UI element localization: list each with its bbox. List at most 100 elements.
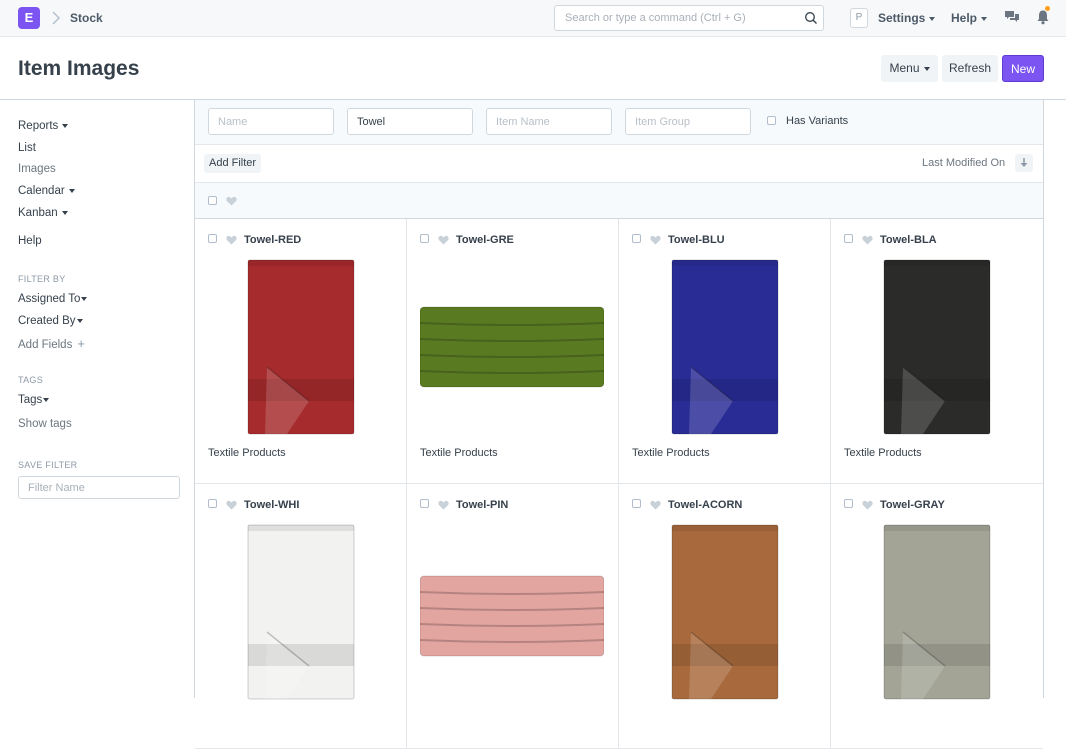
sidebar-item-label: Reports — [18, 120, 59, 132]
card-title[interactable]: Towel-WHI — [244, 499, 299, 511]
select-all-checkbox[interactable] — [208, 196, 217, 205]
sort-order-button[interactable] — [1015, 154, 1033, 172]
card-checkbox[interactable] — [420, 499, 429, 508]
heart-icon[interactable] — [438, 500, 449, 510]
card-title[interactable]: Towel-BLA — [880, 234, 937, 246]
card-item-group: Textile Products — [844, 447, 922, 459]
image-card[interactable]: Towel-GRAY — [831, 484, 1043, 749]
refresh-button[interactable]: Refresh — [942, 55, 998, 82]
plus-icon: + — [77, 336, 85, 351]
sidebar-item-label: Calendar — [18, 185, 65, 197]
sidebar-item-label: Add Fields — [18, 339, 73, 351]
towel-image[interactable] — [883, 524, 991, 700]
card-item-group: Textile Products — [208, 447, 286, 459]
card-title[interactable]: Towel-GRE — [456, 234, 514, 246]
chevron-right-icon — [52, 11, 60, 25]
caret-down-icon — [61, 210, 68, 215]
card-title[interactable]: Towel-ACORN — [668, 499, 742, 511]
towel-image[interactable] — [883, 259, 991, 435]
card-checkbox[interactable] — [208, 499, 217, 508]
chat-icon[interactable] — [1004, 10, 1020, 24]
card-title[interactable]: Towel-BLU — [668, 234, 725, 246]
user-avatar[interactable]: P — [850, 8, 868, 28]
navbar: E Stock P Settings Help — [0, 0, 1066, 37]
heart-icon[interactable] — [862, 500, 873, 510]
item-code-filter-input[interactable] — [347, 108, 473, 135]
image-card[interactable]: Towel-PIN — [407, 484, 619, 749]
select-all-bar — [195, 183, 1043, 219]
image-card[interactable]: Towel-BLA Textile Products — [831, 219, 1043, 484]
menu-label: Menu — [889, 61, 920, 75]
image-card[interactable]: Towel-BLU Textile Products — [619, 219, 831, 484]
filter-name-input[interactable] — [18, 476, 180, 499]
heart-icon[interactable] — [226, 196, 237, 206]
card-title[interactable]: Towel-GRAY — [880, 499, 945, 511]
sort-descending-icon — [1020, 158, 1028, 167]
card-checkbox[interactable] — [632, 499, 641, 508]
tags-heading: TAGS — [18, 375, 44, 385]
caret-down-icon — [923, 66, 930, 71]
card-checkbox[interactable] — [420, 234, 429, 243]
card-title[interactable]: Towel-RED — [244, 234, 301, 246]
towel-image[interactable] — [671, 524, 779, 700]
bell-icon[interactable] — [1036, 9, 1050, 25]
sidebar-item-list[interactable]: List — [18, 142, 36, 154]
help-dropdown[interactable]: Help — [951, 11, 988, 25]
item-group-filter-input[interactable] — [625, 108, 751, 135]
add-filter-button[interactable]: Add Filter — [204, 154, 262, 173]
image-card[interactable]: Towel-ACORN — [619, 484, 831, 749]
card-checkbox[interactable] — [208, 234, 217, 243]
show-tags-link[interactable]: Show tags — [18, 418, 72, 430]
app-logo[interactable]: E — [18, 7, 40, 29]
card-checkbox[interactable] — [844, 234, 853, 243]
page-title: Item Images — [18, 57, 140, 80]
assigned-to-dropdown[interactable]: Assigned To — [18, 293, 88, 305]
name-filter-input[interactable] — [208, 108, 334, 135]
filter-by-heading: FILTER BY — [18, 274, 66, 284]
towel-image[interactable] — [420, 572, 604, 660]
card-title[interactable]: Towel-PIN — [456, 499, 508, 511]
heart-icon[interactable] — [650, 500, 661, 510]
tags-dropdown[interactable]: Tags — [18, 394, 50, 406]
towel-image[interactable] — [671, 259, 779, 435]
item-name-filter-input[interactable] — [486, 108, 612, 135]
caret-down-icon — [929, 16, 936, 21]
menu-button[interactable]: Menu — [881, 55, 938, 82]
caret-down-icon — [43, 397, 50, 402]
towel-image[interactable] — [420, 303, 604, 391]
main-content: Has Variants Add Filter Last Modified On… — [194, 100, 1044, 749]
caret-down-icon — [62, 123, 69, 128]
sidebar-item-label: Tags — [18, 394, 43, 406]
has-variants-label: Has Variants — [786, 115, 849, 127]
has-variants-checkbox[interactable] — [767, 116, 776, 125]
sort-by-selector[interactable]: Last Modified On — [922, 157, 1005, 169]
sidebar-item-kanban[interactable]: Kanban — [18, 207, 68, 219]
created-by-dropdown[interactable]: Created By — [18, 315, 83, 327]
towel-image[interactable] — [247, 524, 355, 700]
add-fields-button[interactable]: Add Fields + — [18, 336, 85, 351]
new-button[interactable]: New — [1002, 55, 1044, 82]
search-bar[interactable] — [554, 5, 824, 31]
card-checkbox[interactable] — [632, 234, 641, 243]
heart-icon[interactable] — [226, 500, 237, 510]
sidebar-item-help[interactable]: Help — [18, 235, 42, 247]
sidebar-item-reports[interactable]: Reports — [18, 120, 69, 132]
image-card[interactable]: Towel-WHI — [195, 484, 407, 749]
card-checkbox[interactable] — [844, 499, 853, 508]
heart-icon[interactable] — [226, 235, 237, 245]
caret-down-icon — [76, 318, 83, 323]
standard-filter-bar: Has Variants — [195, 100, 1043, 145]
image-card[interactable]: Towel-GRE Textile Products — [407, 219, 619, 484]
heart-icon[interactable] — [862, 235, 873, 245]
sidebar-item-images[interactable]: Images — [18, 163, 56, 175]
towel-image[interactable] — [247, 259, 355, 435]
caret-down-icon — [68, 188, 75, 193]
heart-icon[interactable] — [438, 235, 449, 245]
heart-icon[interactable] — [650, 235, 661, 245]
image-card[interactable]: Towel-RED Textile Products — [195, 219, 407, 484]
sidebar-item-label: Kanban — [18, 207, 58, 219]
settings-dropdown[interactable]: Settings — [878, 11, 936, 25]
sidebar-item-calendar[interactable]: Calendar — [18, 185, 75, 197]
breadcrumb-stock[interactable]: Stock — [70, 11, 103, 25]
search-input[interactable] — [555, 6, 795, 30]
